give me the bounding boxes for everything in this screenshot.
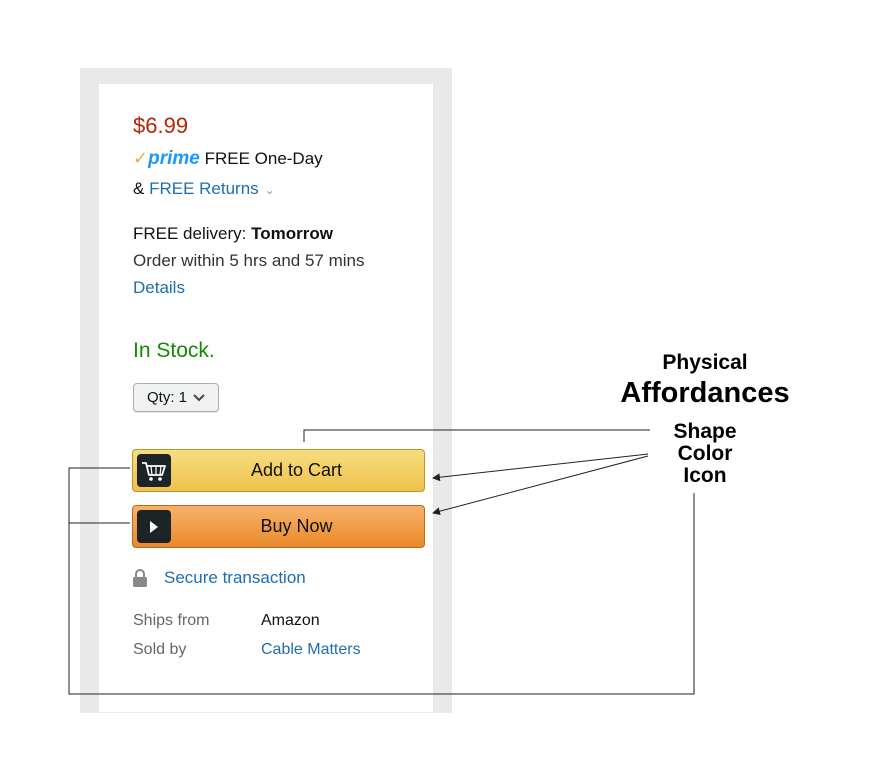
sold-by-link[interactable]: Cable Matters bbox=[261, 639, 361, 661]
delivery-prefix: FREE delivery: bbox=[133, 224, 252, 243]
color-arrow-to-buy-now bbox=[432, 455, 649, 516]
annotation-color: Color bbox=[677, 442, 733, 465]
check-icon: ✓ bbox=[133, 148, 149, 168]
order-countdown: Order within 5 hrs and 57 mins bbox=[133, 251, 365, 270]
secure-transaction-link[interactable]: Secure transaction bbox=[164, 566, 306, 590]
quantity-select[interactable]: Qty: 1 bbox=[133, 383, 219, 412]
chevron-down-icon bbox=[193, 391, 205, 405]
price: $6.99 bbox=[133, 113, 189, 138]
returns-row: & FREE Returns ⌄ bbox=[133, 177, 275, 202]
details-link[interactable]: Details bbox=[133, 276, 185, 300]
annotation-title-line1: Physical bbox=[662, 351, 748, 374]
prime-logo: prime bbox=[148, 148, 200, 169]
prime-shipping-text: FREE One-Day bbox=[204, 149, 323, 168]
stock-status: In Stock. bbox=[133, 339, 215, 362]
sold-by-label: Sold by bbox=[133, 641, 187, 658]
add-to-cart-label: Add to Cart bbox=[250, 460, 343, 480]
returns-prefix: & bbox=[133, 179, 150, 198]
play-icon bbox=[137, 510, 171, 543]
buy-now-label: Buy Now bbox=[260, 516, 333, 536]
free-returns-link[interactable]: FREE Returns bbox=[149, 179, 259, 198]
buy-now-button[interactable]: Buy Now bbox=[132, 505, 425, 548]
add-to-cart-button[interactable]: Add to Cart bbox=[132, 449, 425, 492]
prime-row: ✓prime FREE One-Day bbox=[133, 146, 323, 171]
annotation-icon: Icon bbox=[683, 464, 727, 487]
annotation-title-line2: Affordances bbox=[620, 377, 790, 409]
annotation-shape: Shape bbox=[673, 420, 737, 443]
delivery-row: FREE delivery: Tomorrow bbox=[133, 222, 333, 246]
ships-from-label: Ships from bbox=[133, 612, 210, 629]
cart-icon bbox=[137, 454, 171, 487]
ships-from-value: Amazon bbox=[261, 612, 320, 629]
delivery-day: Tomorrow bbox=[251, 224, 333, 243]
lock-icon bbox=[132, 568, 148, 588]
quantity-label: Qty: 1 bbox=[146, 389, 187, 406]
secure-transaction-row[interactable]: Secure transaction bbox=[132, 566, 306, 590]
color-arrow-to-add-to-cart bbox=[432, 453, 649, 482]
chevron-down-icon[interactable]: ⌄ bbox=[265, 183, 275, 197]
